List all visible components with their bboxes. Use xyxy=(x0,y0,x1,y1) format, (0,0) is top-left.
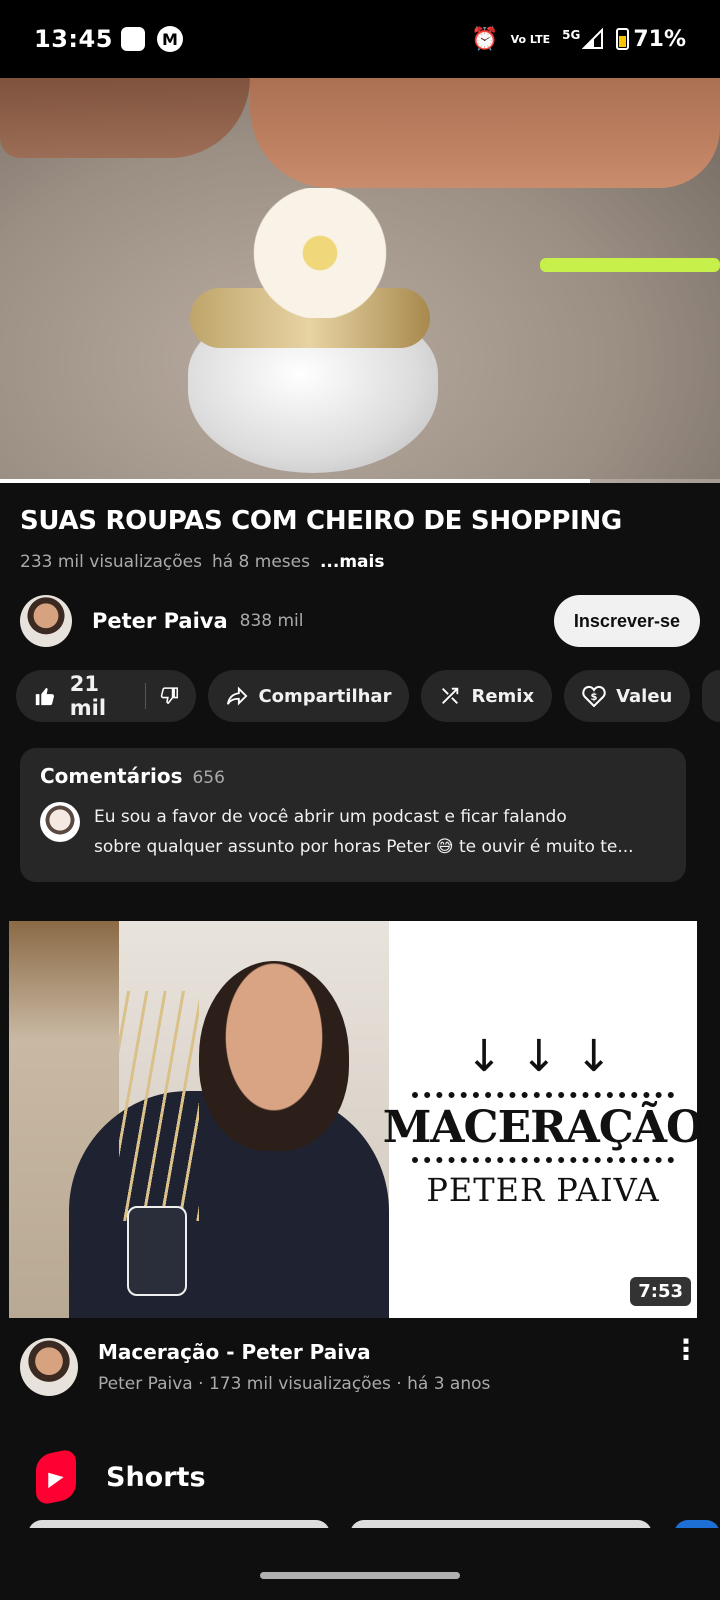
thumbs-up-icon xyxy=(35,687,54,706)
clock: 13:45 xyxy=(34,25,113,53)
video-duration-badge: 7:53 xyxy=(630,1277,691,1306)
next-video-info[interactable]: Maceração - Peter Paiva Peter Paiva · 17… xyxy=(20,1336,700,1396)
channel-name[interactable]: Peter Paiva xyxy=(92,609,228,633)
battery-icon xyxy=(616,28,630,50)
commenter-avatar xyxy=(40,802,80,842)
next-video-thumbnail[interactable]: ↓↓↓ MACERAÇÃO PETER PAIVA 7:53 xyxy=(9,921,697,1318)
heart-dollar-icon: $ xyxy=(582,685,606,707)
status-bar: 13:45 M ⏰ Vo LTE 5G 71% xyxy=(0,0,720,78)
share-icon xyxy=(227,686,248,706)
next-video-channel-avatar[interactable] xyxy=(20,1338,78,1396)
next-video-title[interactable]: Maceração - Peter Paiva xyxy=(98,1340,490,1364)
channel-avatar[interactable] xyxy=(20,595,72,647)
remix-label: Remix xyxy=(471,685,535,707)
subscribe-button[interactable]: Inscrever-se xyxy=(553,595,700,647)
comments-panel[interactable]: Comentários 656 Eu sou a favor de você a… xyxy=(20,748,686,882)
shorts-logo-icon: ▶ xyxy=(36,1447,76,1507)
thumbnail-diffuser-sticks xyxy=(119,991,199,1221)
motorola-icon: M xyxy=(156,26,183,52)
thumbnail-photo xyxy=(9,921,389,1318)
thumbnail-arrows: ↓↓↓ xyxy=(465,1030,631,1082)
channel-row[interactable]: Peter Paiva 838 mil Inscrever-se xyxy=(20,592,700,650)
gesture-handle[interactable] xyxy=(260,1572,460,1579)
shorts-title: Shorts xyxy=(106,1461,206,1493)
battery-indicator: 71% xyxy=(616,27,686,52)
top-comment-line-2: sobre qualquer assunto por horas Peter 😅… xyxy=(94,837,634,857)
video-title: SUAS ROUPAS COM CHEIRO DE SHOPPING xyxy=(20,506,622,536)
thumbnail-person-head xyxy=(199,961,349,1151)
subscriber-count: 838 mil xyxy=(239,611,304,631)
video-frame-hands xyxy=(250,78,720,188)
next-video-meta: Peter Paiva · 173 mil visualizações · há… xyxy=(98,1374,491,1394)
like-separator xyxy=(144,683,146,709)
more-link[interactable]: ...mais xyxy=(320,552,385,572)
thanks-label: Valeu xyxy=(616,685,673,707)
share-label: Compartilhar xyxy=(258,685,392,707)
action-bar: 21 mil Compartilhar Remix $ Valeu xyxy=(16,670,720,722)
share-button[interactable]: Compartilhar xyxy=(208,670,410,722)
upload-age: há 8 meses xyxy=(211,552,310,572)
thumbnail-diffuser-bottle xyxy=(127,1206,187,1296)
notification-icon xyxy=(120,27,145,51)
top-comment-line-1: Eu sou a favor de você abrir um podcast … xyxy=(94,807,567,827)
like-button[interactable]: 21 mil xyxy=(34,672,131,720)
more-actions-chip[interactable] xyxy=(702,670,720,722)
alarm-icon: ⏰ xyxy=(471,26,499,52)
view-count: 233 mil visualizações xyxy=(20,552,202,572)
thumbnail-text-panel: ↓↓↓ MACERAÇÃO PETER PAIVA xyxy=(383,921,697,1318)
thumbs-down-icon[interactable] xyxy=(160,685,179,707)
remix-icon xyxy=(442,687,459,704)
comments-header: Comentários 656 xyxy=(40,764,666,788)
shorts-header: ▶ Shorts xyxy=(36,1447,206,1507)
more-options-icon[interactable]: ⋮ xyxy=(672,1336,700,1396)
like-dislike-group: 21 mil xyxy=(16,670,197,722)
next-video-text: Maceração - Peter Paiva Peter Paiva · 17… xyxy=(98,1338,490,1396)
video-progress-fill xyxy=(0,479,591,483)
thumbnail-title: MACERAÇÃO xyxy=(382,1101,697,1153)
battery-percent: 71% xyxy=(633,26,686,52)
video-frame-hand xyxy=(0,78,250,158)
top-comment-text: Eu sou a favor de você abrir um podcast … xyxy=(94,802,634,862)
signal-icon: 5G xyxy=(562,28,604,50)
top-comment[interactable]: Eu sou a favor de você abrir um podcast … xyxy=(40,802,666,862)
thumbnail-divider-bottom xyxy=(412,1156,674,1163)
thumbnail-divider-top xyxy=(412,1091,674,1098)
video-progress-bar[interactable] xyxy=(0,479,720,483)
remix-button[interactable]: Remix xyxy=(421,670,553,722)
system-nav-bar xyxy=(0,1528,720,1600)
thumbnail-subtitle: PETER PAIVA xyxy=(426,1170,660,1209)
video-player[interactable] xyxy=(0,78,720,483)
status-icons: ⏰ Vo LTE 5G 71% xyxy=(471,27,686,52)
video-frame-flower xyxy=(220,188,420,318)
like-count: 21 mil xyxy=(69,672,107,720)
volte-icon: Vo LTE xyxy=(510,32,551,46)
network-type: 5G xyxy=(562,28,581,42)
video-frame-object xyxy=(540,258,720,272)
comments-title: Comentários xyxy=(40,764,183,788)
comments-count: 656 xyxy=(192,768,225,788)
video-meta[interactable]: 233 mil visualizações há 8 meses ...mais xyxy=(20,552,384,572)
svg-text:$: $ xyxy=(591,692,598,703)
thanks-button[interactable]: $ Valeu xyxy=(564,670,691,722)
